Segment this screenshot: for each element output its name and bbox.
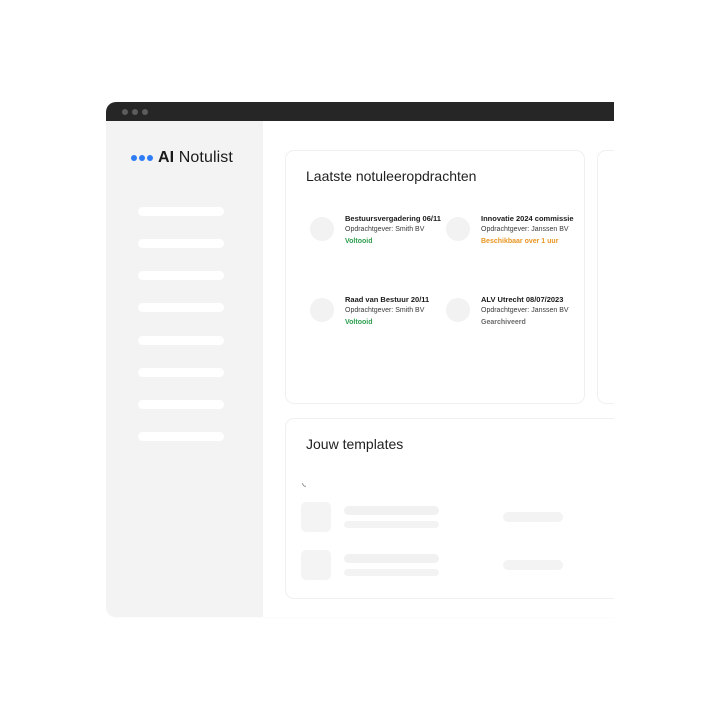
logo-bold-text: AI xyxy=(158,149,175,166)
sidebar: AI Notulist xyxy=(106,121,263,617)
sidebar-item-placeholder[interactable] xyxy=(138,303,224,312)
recent-assignments-card: Laatste notuleeropdrachten Bestuursverga… xyxy=(285,150,585,404)
logo-text: AI Notulist xyxy=(158,149,233,167)
assignment-client: Opdrachtgever: Janssen BV xyxy=(481,226,569,233)
assignment-status: Gearchiveerd xyxy=(481,319,526,326)
assignment-title: Innovatie 2024 commissie xyxy=(481,214,574,223)
assignment-avatar xyxy=(446,217,470,241)
logo-name-text: Notulist xyxy=(174,149,233,166)
assignment-client: Opdrachtgever: Smith BV xyxy=(345,226,425,233)
assignment-status: Voltooid xyxy=(345,238,373,245)
assignment-title: ALV Utrecht 08/07/2023 xyxy=(481,295,564,304)
app-logo[interactable]: AI Notulist xyxy=(131,149,233,167)
template-action-placeholder[interactable] xyxy=(503,512,563,522)
assignment-status: Beschikbaar over 1 uur xyxy=(481,238,559,245)
template-thumbnail xyxy=(301,550,331,580)
sidebar-item-placeholder[interactable] xyxy=(138,239,224,248)
secondary-card xyxy=(597,150,614,404)
sidebar-item-placeholder[interactable] xyxy=(138,400,224,409)
sidebar-item-placeholder[interactable] xyxy=(138,271,224,280)
assignment-title: Raad van Bestuur 20/11 xyxy=(345,295,430,304)
template-row-placeholder[interactable] xyxy=(301,502,601,532)
template-meta-placeholder xyxy=(344,569,439,576)
template-name-placeholder xyxy=(344,554,439,563)
assignment-avatar xyxy=(310,298,334,322)
assignment-item[interactable]: ALV Utrecht 08/07/2023 Opdrachtgever: Ja… xyxy=(446,295,576,335)
window-minimize-dot[interactable] xyxy=(132,109,138,115)
window-close-dot[interactable] xyxy=(122,109,128,115)
template-meta-placeholder xyxy=(344,521,439,528)
main-content: Laatste notuleeropdrachten Bestuursverga… xyxy=(263,121,614,617)
assignment-client: Opdrachtgever: Janssen BV xyxy=(481,307,569,314)
template-thumbnail xyxy=(301,502,331,532)
assignment-item[interactable]: Innovatie 2024 commissie Opdrachtgever: … xyxy=(446,214,576,254)
assignment-status: Voltooid xyxy=(345,319,373,326)
assignment-item[interactable]: Bestuursvergadering 06/11 Opdrachtgever:… xyxy=(310,214,441,254)
template-name-placeholder xyxy=(344,506,439,515)
templates-card: Jouw templates xyxy=(285,418,614,599)
templates-title: Jouw templates xyxy=(306,436,404,452)
sidebar-item-placeholder[interactable] xyxy=(138,207,224,216)
sidebar-item-placeholder[interactable] xyxy=(138,368,224,377)
sidebar-item-placeholder[interactable] xyxy=(138,432,224,441)
template-action-placeholder[interactable] xyxy=(503,560,563,570)
template-row-placeholder[interactable] xyxy=(301,550,601,580)
assignment-client: Opdrachtgever: Smith BV xyxy=(345,307,425,314)
assignment-title: Bestuursvergadering 06/11 xyxy=(345,214,441,223)
window-maximize-dot[interactable] xyxy=(142,109,148,115)
assignment-avatar xyxy=(446,298,470,322)
sidebar-item-placeholder[interactable] xyxy=(138,336,224,345)
recent-assignments-title: Laatste notuleeropdrachten xyxy=(306,168,477,184)
app-window: AI Notulist Laatste notuleeropdrachten B… xyxy=(106,102,614,617)
window-titlebar xyxy=(106,102,614,121)
logo-dots-icon xyxy=(131,155,153,161)
assignment-item[interactable]: Raad van Bestuur 20/11 Opdrachtgever: Sm… xyxy=(310,295,440,335)
loading-spinner-icon xyxy=(302,483,306,487)
assignment-avatar xyxy=(310,217,334,241)
